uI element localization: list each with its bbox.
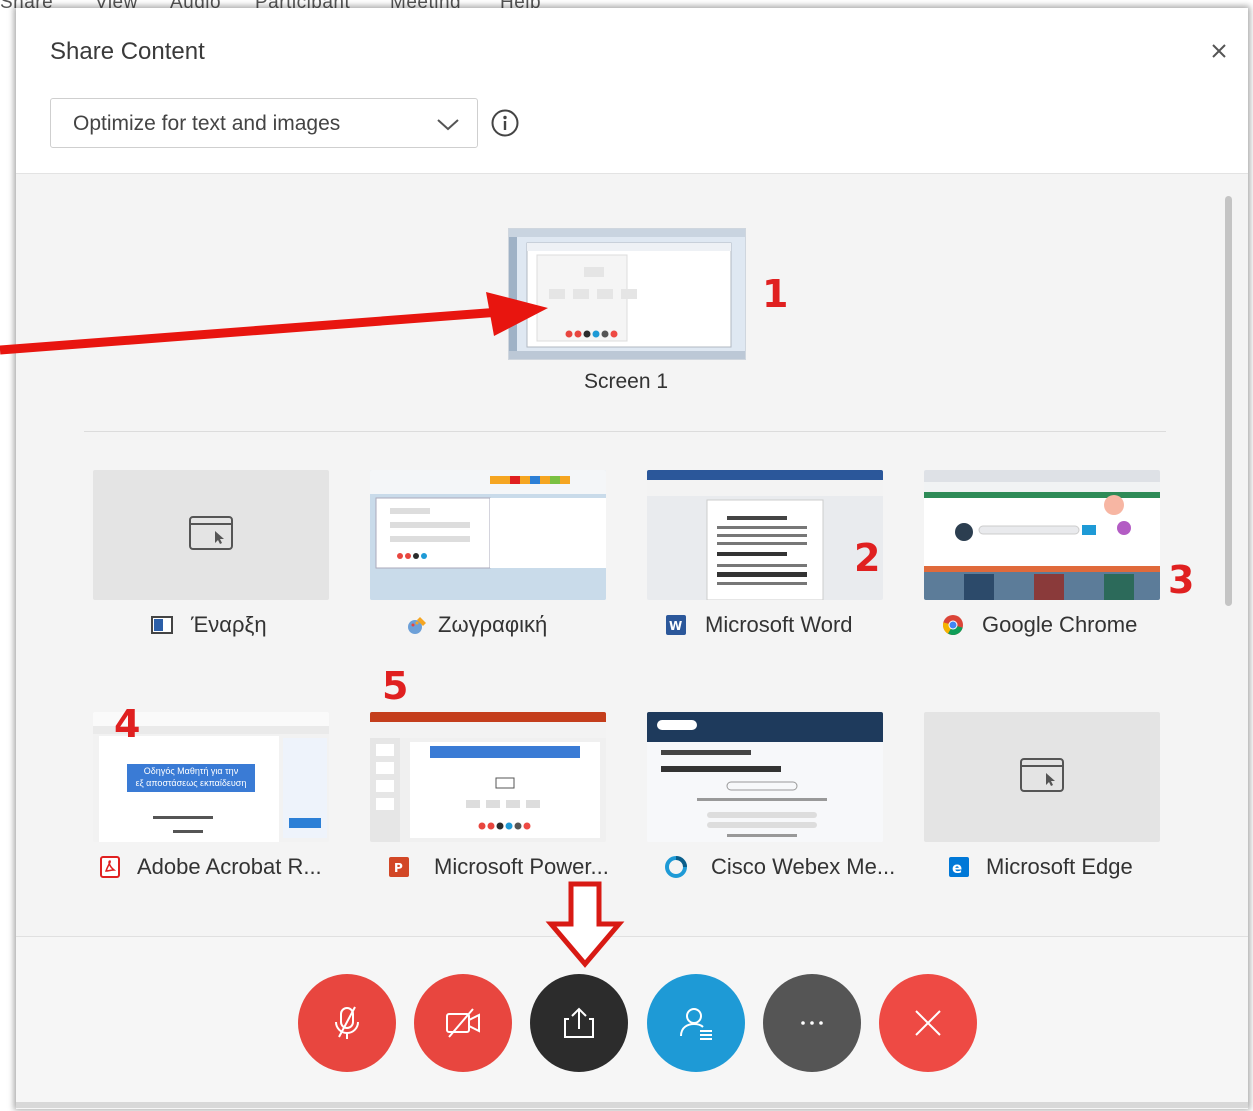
app-tile-edge[interactable]: e Microsoft Edge: [924, 712, 1160, 879]
screen-1-label: Screen 1: [583, 370, 669, 393]
annotation-number: 5: [382, 664, 409, 708]
acrobat-banner-text: Οδηγός Μαθητή για την εξ αποστάσεως εκπα…: [127, 765, 255, 789]
app-label-row: e Microsoft Edge: [924, 852, 1184, 882]
app-label: Cisco Webex Me...: [711, 854, 896, 879]
scrollbar-thumb[interactable]: [1225, 196, 1232, 606]
acrobat-banner-line-1: Οδηγός Μαθητή για την: [143, 766, 239, 776]
start-app-icon: [151, 616, 173, 634]
svg-text:P: P: [394, 861, 403, 875]
share-icon: [564, 1007, 594, 1038]
chrome-app-icon: [942, 615, 963, 636]
acrobat-app-icon: [100, 856, 120, 878]
svg-text:e: e: [952, 859, 962, 877]
app-thumbnail: [370, 712, 606, 842]
app-thumbnail: [370, 470, 606, 600]
paint-app-icon: [408, 617, 426, 634]
optimize-dropdown-value: Optimize for text and images: [73, 112, 341, 135]
meeting-controls-bar: [16, 936, 1248, 1109]
app-label: Έναρξη: [191, 612, 267, 637]
app-thumbnail: [647, 470, 883, 600]
app-thumbnail: [924, 712, 1160, 842]
powerpoint-app-icon: P: [389, 857, 409, 877]
more-options-button[interactable]: [763, 974, 861, 1072]
dialog-header: Share Content Optimize for text and imag…: [16, 8, 1248, 174]
svg-text:W: W: [669, 619, 682, 633]
app-label-row: Cisco Webex Me...: [647, 852, 907, 882]
acrobat-banner-line-2: εξ αποστάσεως εκπαίδευση: [135, 778, 247, 788]
chrome-preview: [924, 470, 1160, 600]
mute-button[interactable]: [298, 974, 396, 1072]
optimize-dropdown[interactable]: Optimize for text and images: [50, 98, 478, 148]
app-label: Microsoft Power...: [434, 854, 609, 879]
annotation-down-arrow: [545, 881, 625, 968]
info-icon[interactable]: [490, 108, 520, 138]
annotation-number: 1: [762, 272, 789, 316]
powerpoint-preview: [370, 712, 606, 842]
webex-preview: [647, 712, 883, 842]
paint-preview: [370, 470, 606, 600]
app-tile-paint[interactable]: Ζωγραφική: [370, 470, 606, 637]
microphone-muted-icon: [335, 1006, 359, 1039]
app-tile-word[interactable]: W Microsoft Word: [647, 470, 883, 637]
footer-edge: [16, 1102, 1248, 1108]
participants-icon: [680, 1008, 712, 1040]
share-content-dialog: Share Content Optimize for text and imag…: [16, 8, 1248, 1109]
app-thumbnail: [647, 712, 883, 842]
app-label-row: W Microsoft Word: [647, 610, 907, 640]
app-label-row: Έναρξη: [93, 610, 353, 640]
app-tile-powerpoint[interactable]: P Microsoft Power...: [370, 712, 609, 879]
word-app-icon: W: [666, 615, 686, 635]
more-icon: [801, 1021, 823, 1025]
chevron-down-icon: [437, 119, 459, 131]
app-tile-chrome[interactable]: Google Chrome: [924, 470, 1160, 637]
close-icon: [1212, 44, 1226, 58]
app-label-row: P Microsoft Power...: [370, 852, 630, 882]
leave-meeting-button[interactable]: [879, 974, 977, 1072]
webex-app-icon: [665, 856, 687, 878]
window-placeholder-icon: [1020, 758, 1064, 792]
app-label: Adobe Acrobat R...: [137, 854, 322, 879]
app-tile-start[interactable]: Έναρξη: [93, 470, 329, 637]
app-label: Google Chrome: [982, 612, 1138, 637]
app-label: Microsoft Edge: [986, 854, 1133, 879]
app-label: Ζωγραφική: [438, 612, 548, 637]
annotation-number: 4: [114, 702, 141, 746]
close-button[interactable]: [1204, 36, 1234, 66]
app-thumbnail: [924, 470, 1160, 600]
app-label-row: Adobe Acrobat R...: [93, 852, 353, 882]
app-tile-webex[interactable]: Cisco Webex Me...: [647, 712, 895, 879]
app-label-row: Ζωγραφική: [370, 610, 630, 640]
close-icon: [915, 1010, 941, 1036]
video-button[interactable]: [414, 974, 512, 1072]
app-label-row: Google Chrome: [924, 610, 1184, 640]
edge-app-icon: e: [949, 857, 969, 877]
app-label: Microsoft Word: [705, 612, 853, 637]
divider: [84, 431, 1166, 432]
annotation-number: 2: [854, 536, 881, 580]
share-button[interactable]: [530, 974, 628, 1072]
annotation-arrow: [0, 292, 548, 355]
participants-button[interactable]: [647, 974, 745, 1072]
video-off-icon: [446, 1008, 480, 1038]
app-thumbnail: [93, 470, 329, 600]
annotation-number: 3: [1168, 558, 1195, 602]
window-placeholder-icon: [189, 516, 233, 550]
word-preview: [647, 470, 883, 600]
dialog-title: Share Content: [50, 38, 205, 65]
